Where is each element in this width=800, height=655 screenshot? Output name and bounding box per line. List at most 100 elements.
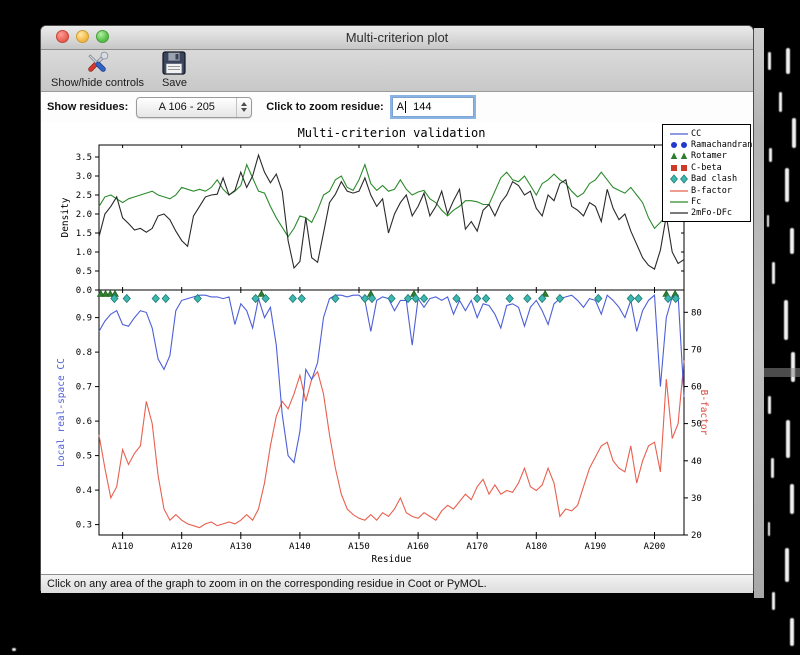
- show-hide-controls-label: Show/hide controls: [51, 77, 144, 89]
- series-2mFo-DFc: [99, 155, 684, 269]
- title-bar[interactable]: Multi-criterion plot: [41, 26, 753, 50]
- legend-label: Bad clash: [691, 174, 737, 184]
- density-tick-label: 1.5: [76, 229, 92, 239]
- x-tick-label: A160: [407, 542, 429, 552]
- bad-clash-marker: [506, 295, 513, 303]
- density-tick-label: 0.5: [76, 267, 92, 277]
- bad-clash-marker: [361, 295, 368, 303]
- show-residues-value: A 106 - 205: [137, 101, 236, 113]
- x-tick-label: A140: [289, 542, 311, 552]
- x-tick-label: A150: [348, 542, 370, 552]
- density-axis-label: Density: [60, 197, 71, 237]
- cc-tick-label: 0.9: [76, 314, 92, 324]
- bad-clash-marker: [474, 295, 481, 303]
- plot-legend: CCRamachandranRotamer C-betaBad clash B-fa…: [662, 124, 751, 222]
- screenshot-artifact: [790, 618, 794, 646]
- legend-label: 2mFo-DFc: [691, 208, 732, 218]
- density-tick-label: 0.0: [76, 286, 92, 296]
- x-tick-label: A110: [112, 542, 134, 552]
- screenshot-root: { "window": { "title": "Multi-criterion …: [0, 0, 800, 655]
- screenshot-artifact: [12, 648, 16, 651]
- bad-clash-marker: [289, 295, 296, 303]
- squares-glyph-icon: [667, 163, 691, 173]
- screenshot-artifact: [790, 484, 794, 514]
- bad-clash-marker: [482, 295, 489, 303]
- cc-axis-label: Local real-space CC: [56, 358, 67, 467]
- text-caret: [405, 101, 406, 113]
- x-tick-label: A200: [644, 542, 666, 552]
- legend-label: Fc: [691, 197, 701, 207]
- status-bar: Click on any area of the graph to zoom i…: [41, 574, 753, 593]
- multi-criterion-plot[interactable]: Multi-criterion validationA110A120A130A1…: [41, 122, 753, 574]
- status-text: Click on any area of the graph to zoom i…: [47, 578, 487, 590]
- cc-tick-label: 0.6: [76, 417, 92, 427]
- legend-entry-b-factor: B-factor: [667, 185, 746, 196]
- figure-area: Multi-criterion validationA110A120A130A1…: [41, 122, 753, 574]
- legend-label: Ramachandran: [691, 140, 752, 150]
- show-residues-dropdown[interactable]: A 106 - 205: [136, 97, 252, 118]
- figure-title: Multi-criterion validation: [298, 126, 486, 140]
- screenshot-artifact: [790, 228, 794, 254]
- app-window: Multi-criterion plot: [40, 25, 754, 591]
- zoom-residue-input[interactable]: A 144: [392, 97, 474, 117]
- window-title: Multi-criterion plot: [41, 30, 753, 45]
- save-button[interactable]: Save: [158, 49, 191, 90]
- screenshot-artifact: [786, 48, 790, 74]
- legend-label: B-factor: [691, 186, 732, 196]
- residue-axis-label: Residue: [371, 554, 411, 565]
- tools-icon: [83, 50, 111, 77]
- cc-tick-label: 0.5: [76, 452, 92, 462]
- screenshot-artifact: [785, 168, 789, 202]
- x-tick-label: A180: [525, 542, 547, 552]
- bad-clash-marker: [388, 295, 395, 303]
- screenshot-artifact: [772, 262, 775, 284]
- screenshot-artifact: [786, 420, 790, 458]
- bad-clash-marker: [627, 295, 634, 303]
- diamonds-glyph-icon: [667, 174, 691, 184]
- bfactor-tick-label: 70: [691, 345, 702, 355]
- bfactor-tick-label: 30: [691, 494, 702, 504]
- screenshot-artifact: [767, 215, 769, 227]
- bad-clash-marker: [404, 295, 411, 303]
- toolbar: Show/hide controls Save: [41, 50, 753, 92]
- screenshot-artifact: [768, 52, 771, 70]
- bad-clash-marker: [298, 295, 305, 303]
- screenshot-artifact: [791, 352, 795, 382]
- legend-label: C-beta: [691, 163, 722, 173]
- bad-clash-marker: [420, 295, 427, 303]
- density-tick-label: 3.5: [76, 153, 92, 163]
- legend-entry-2mfo-dfc: 2mFo-DFc: [667, 208, 746, 219]
- screenshot-artifact: [763, 368, 800, 377]
- density-tick-label: 3.0: [76, 172, 92, 182]
- series-CC: [99, 295, 684, 462]
- bad-clash-marker: [635, 295, 642, 303]
- screenshot-artifact: [771, 458, 774, 478]
- controls-row: Show residues: A 106 - 205 Click to zoom…: [41, 92, 753, 122]
- legend-entry-cc: CC: [667, 128, 746, 139]
- triangles-glyph-icon: [667, 151, 691, 161]
- series-B-factor: [99, 361, 684, 528]
- zoom-residue-number: 144: [407, 101, 431, 113]
- screenshot-artifact: [768, 522, 770, 536]
- bad-clash-marker: [152, 295, 159, 303]
- density-tick-label: 2.0: [76, 210, 92, 220]
- cc-tick-label: 0.7: [76, 383, 92, 393]
- show-hide-controls-button[interactable]: Show/hide controls: [47, 49, 148, 90]
- line-glyph-icon: [667, 197, 691, 207]
- circles-glyph-icon: [667, 140, 691, 150]
- save-label: Save: [162, 77, 187, 89]
- zoom-residue-label: Click to zoom residue:: [266, 101, 383, 113]
- save-icon: [162, 50, 186, 77]
- cc-tick-label: 0.3: [76, 521, 92, 531]
- screenshot-artifact: [792, 118, 796, 148]
- cc-tick-label: 0.4: [76, 486, 92, 496]
- legend-entry-rotamer: Rotamer: [667, 151, 746, 162]
- rotamer-outlier-marker: [258, 291, 265, 297]
- bfactor-tick-label: 80: [691, 308, 702, 318]
- line-glyph-icon: [667, 208, 691, 218]
- legend-entry-c-beta: C-beta: [667, 162, 746, 173]
- x-tick-label: A170: [466, 542, 488, 552]
- screenshot-artifact: [784, 300, 788, 340]
- legend-label: Rotamer: [691, 151, 727, 161]
- legend-entry-ramachandran: Ramachandran: [667, 139, 746, 150]
